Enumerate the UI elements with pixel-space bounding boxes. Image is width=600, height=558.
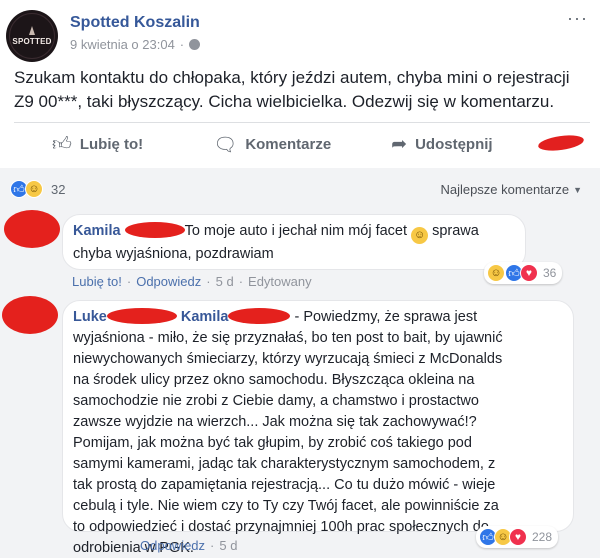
comment-text: zawsze wyjdzie na wierzch... Jak można s… [73, 414, 477, 430]
comment-author[interactable]: Kamila [73, 223, 121, 239]
sort-label: Najlepsze komentarze [440, 182, 570, 197]
comment-text: - Powiedzmy, że sprawa jest [294, 309, 478, 325]
thumbs-up-icon: 👍︎ [52, 134, 72, 155]
comment-reactions[interactable]: ☺ 👍︎ ♥ 36 [484, 262, 563, 284]
comment-text: tak prostą do zapamiętania rejestracją..… [73, 477, 496, 493]
comment-text: samochodzie nie zrobi z Ciebie damy, a c… [73, 393, 479, 409]
edited-label[interactable]: Edytowany [248, 274, 312, 289]
comment-bubble: Luke Kamila - Powiedzmy, że sprawa jest … [62, 300, 574, 556]
comment-text: To moje auto i jechał nim mój facet [184, 223, 408, 239]
like-button[interactable]: 👍︎ Lubię to! [52, 133, 143, 156]
like-label: Lubię to! [79, 136, 144, 153]
redaction-mark [106, 308, 177, 324]
comment-bubble: Kamila To moje auto i jechał nim mój fac… [62, 214, 526, 270]
page-logo-text: SPOTTED [12, 37, 52, 46]
love-reaction-icon: ♥ [520, 264, 538, 282]
smiley-icon: ☺ [411, 227, 429, 244]
post-text: Szukam kontaktu do chłopaka, który jeźdz… [14, 68, 570, 111]
tower-icon [29, 26, 35, 35]
comment-reply-link[interactable]: Odpowiedz [140, 538, 205, 553]
comment-reaction-count: 228 [532, 530, 553, 544]
comment-actions: Lubię to! · Odpowiedz · 5 d · Edytowany [72, 274, 312, 289]
comment-avatar[interactable] [2, 296, 58, 334]
comment-time[interactable]: 5 d [216, 274, 234, 289]
comment-text: Pomijam, jak można być tak głupim, by zr… [73, 435, 472, 451]
comment-text: wyjaśniona - miło, że się przyznałaś, bo… [73, 330, 503, 346]
post-action-bar: 👍︎ Lubię to! 🗨︎ Komentarze ➦ Udostępnij [14, 122, 590, 166]
reaction-count: 32 [51, 181, 66, 197]
speech-bubble-icon: 🗨︎ [213, 134, 238, 156]
comment-sort-dropdown[interactable]: Najlepsze komentarze ▼ [440, 182, 582, 197]
share-arrow-icon: ➦ [391, 134, 408, 155]
comment-reply-link[interactable]: Odpowiedz [136, 274, 201, 289]
comment-avatar[interactable] [4, 210, 60, 248]
comment-text: chyba wyjaśniona, pozdrawiam [73, 246, 274, 262]
page-logo: SPOTTED [9, 13, 55, 59]
post-meta: 9 kwietnia o 23:04 · [70, 37, 201, 52]
globe-icon [189, 39, 201, 50]
comment-label: Komentarze [245, 136, 332, 153]
haha-reaction-icon: ☺ [487, 264, 505, 282]
page-name-link[interactable]: Spotted Koszalin [70, 14, 200, 32]
comment-button[interactable]: 🗨︎ Komentarze [213, 133, 331, 157]
comment-mention[interactable]: Kamila [181, 309, 229, 325]
love-reaction-icon: ♥ [509, 528, 527, 546]
haha-reaction-icon: ☺ [25, 180, 43, 198]
meta-separator: · [179, 37, 185, 52]
comment-text: sprawa [432, 223, 479, 239]
comment-reaction-count: 36 [543, 266, 557, 280]
comment-actions: Odpowiedz · 5 d [140, 538, 238, 553]
more-horizontal-icon[interactable]: ··· [567, 8, 588, 29]
post-reactions[interactable]: 👍︎ ☺ 32 [10, 180, 65, 198]
share-label: Udostępnij [415, 136, 493, 153]
comment-text: cebulą i tyle. Nie wiem czy to Ty czy Tw… [73, 498, 499, 514]
comment-reactions[interactable]: 👍︎ ☺ ♥ 228 [476, 526, 559, 548]
redaction-mark [537, 132, 585, 154]
comment-text: samymi kamerami, jadąc tak charakterysty… [73, 456, 496, 472]
post-timestamp[interactable]: 9 kwietnia o 23:04 [70, 37, 175, 52]
post-header: SPOTTED Spotted Koszalin 9 kwietnia o 23… [0, 0, 600, 62]
caret-down-icon: ▼ [573, 184, 582, 195]
comment-like-link[interactable]: Lubię to! [72, 274, 122, 289]
redaction-mark [124, 222, 185, 238]
comment-text: to odpowiedzieć i dostać przynajmniej 10… [73, 519, 489, 535]
page-avatar[interactable]: SPOTTED [6, 10, 58, 62]
comment-time[interactable]: 5 d [219, 538, 237, 553]
comment-text: na środek ulicy przez okno samochodu. Bł… [73, 372, 475, 388]
comment-author[interactable]: Luke [73, 309, 107, 325]
share-button[interactable]: ➦ Udostępnij [391, 133, 492, 156]
redaction-mark [228, 308, 291, 324]
comment-text: niewychowanych śmieciarzy, którzy wyrzuc… [73, 351, 503, 367]
